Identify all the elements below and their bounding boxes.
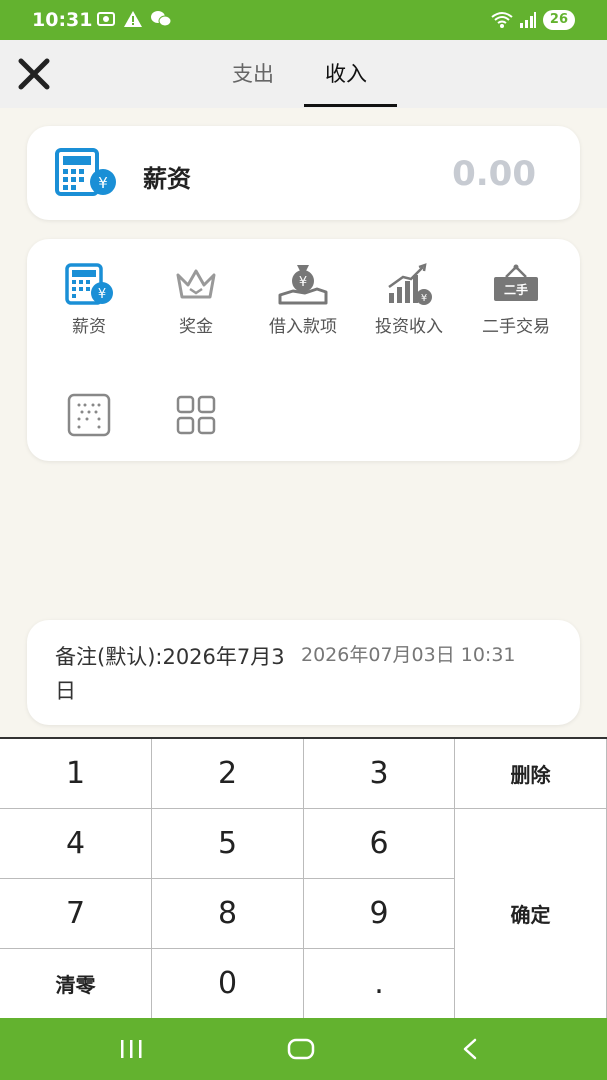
key-3[interactable]: 3 — [304, 739, 455, 809]
apps-grid-icon — [176, 395, 216, 435]
category-label: 投资收入 — [375, 317, 443, 337]
key-4[interactable]: 4 — [0, 809, 152, 879]
category-label: 薪资 — [72, 317, 106, 337]
active-tab-indicator — [304, 104, 397, 107]
category-secondhand[interactable]: 二手 二手交易 — [468, 261, 564, 341]
bar-chart-icon: ¥ — [388, 263, 432, 305]
back-icon[interactable] — [459, 1037, 483, 1061]
recent-apps-icon[interactable] — [118, 1038, 146, 1060]
close-button[interactable] — [16, 56, 52, 92]
calculator-icon: ¥ — [55, 148, 116, 196]
category-manage[interactable] — [148, 391, 244, 443]
memo-text[interactable]: 备注(默认):2026年7月3日 — [55, 640, 295, 708]
svg-text:¥: ¥ — [421, 293, 427, 304]
signal-icon — [519, 12, 536, 28]
screenshot-icon — [97, 12, 115, 26]
home-icon[interactable] — [287, 1037, 315, 1061]
category-label: 二手交易 — [482, 317, 550, 337]
amount-value[interactable]: 0.00 — [452, 154, 536, 194]
key-7[interactable]: 7 — [0, 879, 152, 949]
warning-icon — [124, 11, 142, 27]
numeric-keypad: 1 2 3 删除 4 5 6 7 8 9 确定 清零 0 . — [0, 737, 607, 1018]
calculator-icon: ¥ — [65, 263, 113, 305]
svg-text:¥: ¥ — [98, 287, 106, 302]
memo-datetime[interactable]: 2026年07月03日 10:31 — [301, 640, 516, 667]
key-2[interactable]: 2 — [152, 739, 304, 809]
svg-text:二手: 二手 — [504, 282, 528, 297]
amount-card: ¥ 薪资 0.00 — [27, 126, 580, 220]
key-5[interactable]: 5 — [152, 809, 304, 879]
header: 支出 收入 — [0, 40, 607, 108]
clear-button[interactable]: 清零 — [0, 949, 152, 1018]
key-1[interactable]: 1 — [0, 739, 152, 809]
key-0[interactable]: 0 — [152, 949, 304, 1018]
delete-button[interactable]: 删除 — [455, 739, 607, 809]
wifi-icon — [491, 12, 513, 28]
status-system-icons: 26 — [491, 10, 575, 30]
category-label: 薪资 — [143, 165, 191, 193]
battery-level: 26 — [542, 10, 575, 30]
money-bag-hand-icon: ¥ — [278, 265, 328, 305]
sign-board-icon: 二手 — [494, 264, 538, 301]
svg-text:¥: ¥ — [98, 174, 108, 192]
category-label: 奖金 — [179, 317, 213, 337]
memo-card[interactable]: 备注(默认):2026年7月3日 2026年07月03日 10:31 — [27, 620, 580, 725]
decimal-point-key[interactable]: . — [304, 949, 455, 1018]
tab-income[interactable]: 收入 — [325, 58, 367, 88]
category-other[interactable] — [41, 391, 137, 443]
crown-icon — [176, 269, 216, 299]
wechat-icon — [151, 11, 172, 27]
system-nav-bar — [0, 1018, 607, 1080]
confirm-button[interactable]: 确定 — [455, 809, 607, 1018]
key-8[interactable]: 8 — [152, 879, 304, 949]
category-grid: ¥ 薪资 奖金 ¥ 借入款项 ¥ 投资收入 二手 二手交易 — [27, 239, 580, 461]
category-bonus[interactable]: 奖金 — [148, 261, 244, 341]
svg-text:¥: ¥ — [299, 275, 307, 290]
category-loan[interactable]: ¥ 借入款项 — [255, 261, 351, 341]
category-salary[interactable]: ¥ 薪资 — [41, 261, 137, 341]
close-icon — [18, 58, 50, 90]
key-9[interactable]: 9 — [304, 879, 455, 949]
status-time: 10:31 — [32, 9, 93, 31]
status-notification-icons — [96, 10, 172, 28]
status-bar: 10:31 26 — [0, 0, 607, 40]
dotted-grid-icon — [67, 393, 111, 437]
category-label: 借入款项 — [269, 317, 337, 337]
category-investment[interactable]: ¥ 投资收入 — [361, 261, 457, 341]
tab-expense[interactable]: 支出 — [232, 58, 274, 88]
key-6[interactable]: 6 — [304, 809, 455, 879]
